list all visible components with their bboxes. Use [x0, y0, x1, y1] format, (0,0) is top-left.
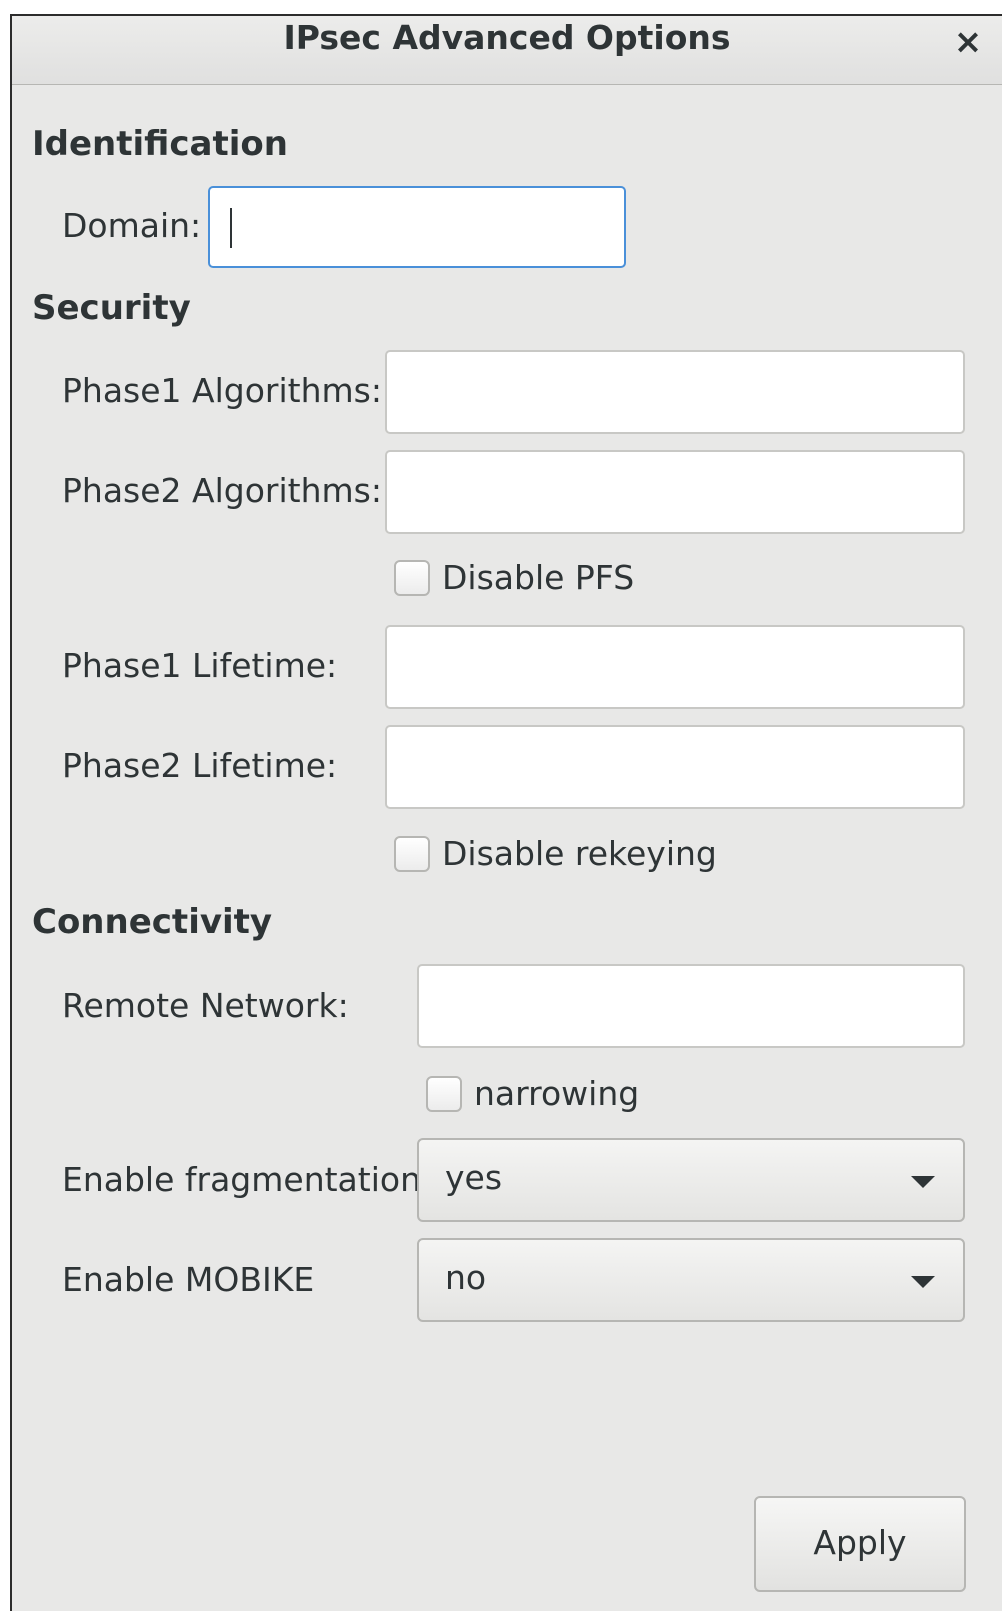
enable-fragmentation-dropdown[interactable]: yes — [417, 1138, 965, 1222]
phase1-algorithms-label: Phase1 Algorithms: — [62, 371, 382, 410]
enable-mobike-dropdown[interactable]: no — [417, 1238, 965, 1322]
enable-fragmentation-value: yes — [445, 1158, 503, 1197]
ipsec-advanced-options-dialog: IPsec Advanced Options × Identification … — [10, 14, 1002, 1611]
disable-rekeying-label: Disable rekeying — [442, 834, 717, 873]
disable-pfs-checkbox[interactable] — [394, 559, 430, 596]
remote-network-label: Remote Network: — [62, 986, 349, 1025]
connectivity-heading: Connectivity — [32, 902, 273, 942]
remote-network-input[interactable] — [419, 966, 963, 1046]
remote-network-field[interactable] — [417, 964, 965, 1048]
narrowing-label: narrowing — [474, 1074, 640, 1113]
chevron-down-icon — [911, 1176, 935, 1188]
domain-field[interactable] — [208, 186, 626, 268]
phase1-algorithms-field[interactable] — [385, 350, 965, 434]
domain-input[interactable] — [210, 188, 624, 266]
phase2-algorithms-input[interactable] — [387, 452, 963, 532]
text-cursor — [230, 208, 232, 248]
identification-heading: Identification — [32, 124, 288, 164]
chevron-down-icon — [911, 1276, 935, 1288]
phase1-lifetime-field[interactable] — [385, 625, 965, 709]
disable-pfs-checkbox-row[interactable]: Disable PFS — [394, 558, 634, 597]
phase2-lifetime-label: Phase2 Lifetime: — [62, 746, 338, 785]
phase2-lifetime-input[interactable] — [387, 727, 963, 807]
security-heading: Security — [32, 288, 191, 328]
dialog-title: IPsec Advanced Options — [283, 18, 731, 57]
phase2-algorithms-field[interactable] — [385, 450, 965, 534]
disable-rekeying-checkbox-row[interactable]: Disable rekeying — [394, 834, 717, 873]
phase2-lifetime-field[interactable] — [385, 725, 965, 809]
enable-mobike-value: no — [445, 1258, 487, 1297]
apply-button[interactable]: Apply — [754, 1496, 966, 1592]
phase1-lifetime-label: Phase1 Lifetime: — [62, 646, 338, 685]
domain-label: Domain: — [62, 206, 202, 245]
title-bar: IPsec Advanced Options × — [12, 16, 1002, 85]
disable-rekeying-checkbox[interactable] — [394, 835, 430, 872]
phase1-lifetime-input[interactable] — [387, 627, 963, 707]
phase1-algorithms-input[interactable] — [387, 352, 963, 432]
disable-pfs-label: Disable PFS — [442, 558, 635, 597]
enable-mobike-label: Enable MOBIKE — [62, 1260, 315, 1299]
phase2-algorithms-label: Phase2 Algorithms: — [62, 471, 382, 510]
narrowing-checkbox[interactable] — [426, 1075, 462, 1112]
narrowing-checkbox-row[interactable]: narrowing — [426, 1074, 639, 1113]
close-icon[interactable]: × — [948, 22, 988, 62]
enable-fragmentation-label: Enable fragmentation — [62, 1160, 421, 1199]
